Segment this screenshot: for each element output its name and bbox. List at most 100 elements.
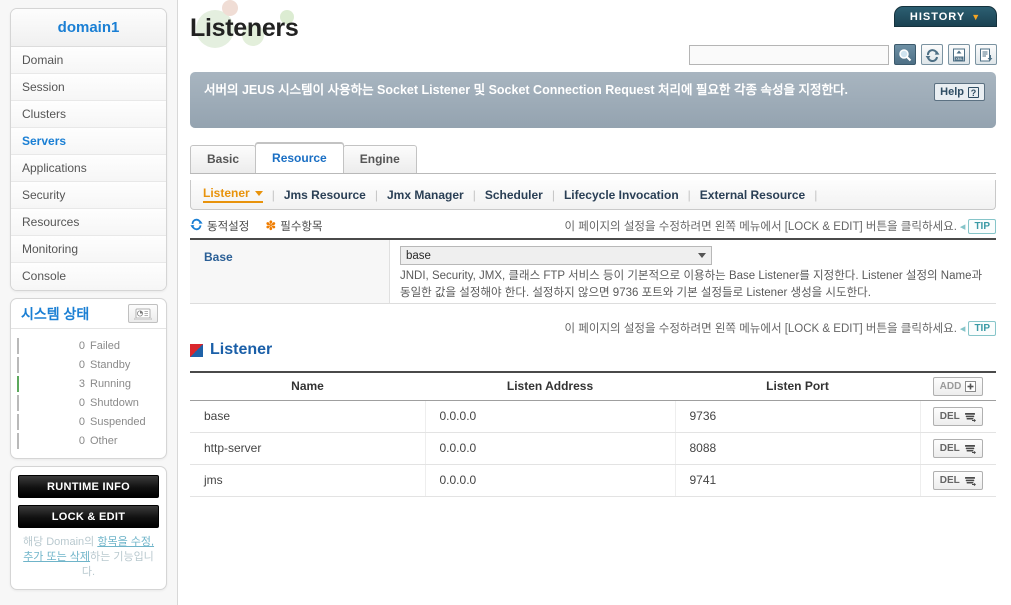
tip-arrow-icon: ◂ <box>959 220 966 233</box>
subnav-item-scheduler[interactable]: Scheduler <box>485 188 543 202</box>
cell-actions: DEL <box>920 464 996 497</box>
cell-actions: DEL <box>920 400 996 433</box>
sidebar-item-clusters[interactable]: Clusters <box>11 101 166 128</box>
base-select-value: base <box>406 249 431 262</box>
trash-icon <box>964 444 976 454</box>
search-input[interactable] <box>689 44 889 65</box>
delete-button[interactable]: DEL <box>932 470 983 490</box>
red-blue-square-icon <box>190 343 203 357</box>
subnav-item-jmx-manager[interactable]: Jmx Manager <box>387 188 464 202</box>
sidebar-item-domain[interactable]: Domain <box>11 47 166 74</box>
top-bar: Listeners HISTORY ▼ XML <box>178 0 1011 72</box>
add-button[interactable]: ADD <box>932 376 984 396</box>
banner-text: 서버의 JEUS 시스템이 사용하는 Socket Listener 및 Soc… <box>204 83 848 97</box>
subnav-item-label: Lifecycle Invocation <box>563 187 679 202</box>
subnav-item-listener[interactable]: Listener <box>203 186 263 203</box>
dynamic-setting-legend: 동적설정 <box>190 218 249 234</box>
trash-icon <box>964 476 976 486</box>
delete-label: DEL <box>939 474 960 486</box>
sidebar-action-panel: RUNTIME INFO LOCK & EDIT 해당 Domain의 항목을 … <box>10 466 167 590</box>
status-bar-cell <box>17 356 69 373</box>
cell-port: 8088 <box>675 432 921 465</box>
status-row-suspended: 0 Suspended <box>17 412 160 431</box>
status-bar <box>17 413 19 430</box>
subnav-separator: | <box>374 187 378 202</box>
sidebar-item-console[interactable]: Console <box>11 263 166 290</box>
sidebar-action-description: 해당 Domain의 항목을 수정, 추가 또는 삭제하는 기능입니다. <box>18 535 159 580</box>
table-row[interactable]: base 0.0.0.0 9736 DEL <box>190 400 996 433</box>
subnav-item-label: External Resource <box>699 187 806 202</box>
base-setting-row: Base base JNDI, Security, JMX, 클래스 FTP 서… <box>190 238 996 304</box>
base-select[interactable]: base <box>400 246 712 265</box>
table-row[interactable]: jms 0.0.0.0 9741 DEL <box>190 464 996 497</box>
refresh-arrows-icon <box>190 218 203 234</box>
column-header-name: Name <box>190 371 425 401</box>
system-status-rows: 0 Failed 0 Standby 3 Running 0 Shutdown 0 Suspend… <box>11 329 166 458</box>
status-row-failed: 0 Failed <box>17 336 160 355</box>
cell-address: 0.0.0.0 <box>425 464 676 497</box>
delete-button[interactable]: DEL <box>932 406 983 426</box>
tip-notice-1: 이 페이지의 설정을 수정하려면 왼쪽 메뉴에서 [LOCK & EDIT] 버… <box>565 218 996 234</box>
listener-section-title: Listener <box>210 341 273 358</box>
status-bar <box>17 337 19 354</box>
system-status-header: 시스템 상태 <box>11 299 166 329</box>
base-value-cell: base JNDI, Security, JMX, 클래스 FTP 서비스 등이… <box>390 240 996 304</box>
status-count: 0 <box>78 339 85 352</box>
runtime-info-button[interactable]: RUNTIME INFO <box>18 475 159 498</box>
subnav-separator: | <box>271 187 275 202</box>
status-bar-cell <box>17 413 69 430</box>
add-label: ADD <box>939 380 962 392</box>
subnav-item-jms-resource[interactable]: Jms Resource <box>284 188 366 202</box>
tab-basic[interactable]: Basic <box>190 145 257 173</box>
delete-button[interactable]: DEL <box>932 438 983 458</box>
required-field-legend: ✽ 필수항목 <box>265 218 322 234</box>
page-title-wrap: Listeners <box>190 0 299 48</box>
status-bar-cell <box>17 375 69 392</box>
tip-text: 이 페이지의 설정을 수정하려면 왼쪽 메뉴에서 [LOCK & EDIT] 버… <box>564 221 957 233</box>
subnav-item-lifecycle-invocation[interactable]: Lifecycle Invocation <box>564 188 679 202</box>
listener-table: Name Listen Address Listen Port ADD base… <box>190 371 996 497</box>
status-label: Failed <box>90 339 120 352</box>
tab-resource[interactable]: Resource <box>255 143 344 173</box>
action-desc-pre: 해당 Domain의 <box>22 536 98 548</box>
sidebar-item-applications[interactable]: Applications <box>11 155 166 182</box>
status-count: 0 <box>78 434 85 447</box>
svg-text:XML: XML <box>956 56 963 60</box>
refresh-icon[interactable] <box>921 44 943 65</box>
table-row[interactable]: http-server 0.0.0.0 8088 DEL <box>190 432 996 465</box>
sidebar-item-security[interactable]: Security <box>11 182 166 209</box>
sidebar-item-label: Servers <box>22 134 67 148</box>
status-count: 0 <box>78 396 85 409</box>
sidebar-item-resources[interactable]: Resources <box>11 209 166 236</box>
sidebar-item-servers[interactable]: Servers <box>11 128 166 155</box>
main-content: Listeners HISTORY ▼ XML 서버의 JEUS 시스템이 사용… <box>178 0 1011 605</box>
tip-chip-2: TIP <box>968 320 996 336</box>
cell-name: jms <box>190 464 426 497</box>
history-button[interactable]: HISTORY ▼ <box>894 6 997 27</box>
tab-bar: Basic Resource Engine <box>190 142 996 174</box>
search-icon[interactable] <box>894 44 916 65</box>
sidebar-item-label: Clusters <box>22 107 67 121</box>
chevron-down-icon: ▼ <box>971 11 982 22</box>
status-label: Standby <box>90 358 131 371</box>
trash-icon <box>964 412 976 422</box>
asterisk-icon: ✽ <box>265 218 277 233</box>
sidebar-nav-panel: domain1 Domain Session Clusters Servers Appl… <box>10 8 167 291</box>
sidebar-item-session[interactable]: Session <box>11 74 166 101</box>
history-label: HISTORY <box>909 10 966 23</box>
laptop-chart-icon[interactable] <box>128 304 158 323</box>
help-button[interactable]: Help ? <box>934 83 985 101</box>
subnav-item-external-resource[interactable]: External Resource <box>700 188 805 202</box>
sidebar-item-label: Security <box>22 188 66 202</box>
delete-label: DEL <box>939 442 960 454</box>
sidebar-item-monitoring[interactable]: Monitoring <box>11 236 166 263</box>
sub-navigation: Listener | Jms Resource | Jmx Manager | Schedu… <box>190 180 996 210</box>
xml-export-icon[interactable]: XML <box>948 44 970 65</box>
lock-and-edit-button[interactable]: LOCK & EDIT <box>18 505 159 528</box>
tip-chip: TIP <box>968 218 996 234</box>
download-export-icon[interactable] <box>975 44 997 65</box>
tab-engine[interactable]: Engine <box>342 145 417 173</box>
question-mark-icon: ? <box>968 86 979 98</box>
sidebar-item-label: Domain <box>22 53 64 67</box>
subnav-separator: | <box>687 187 691 202</box>
